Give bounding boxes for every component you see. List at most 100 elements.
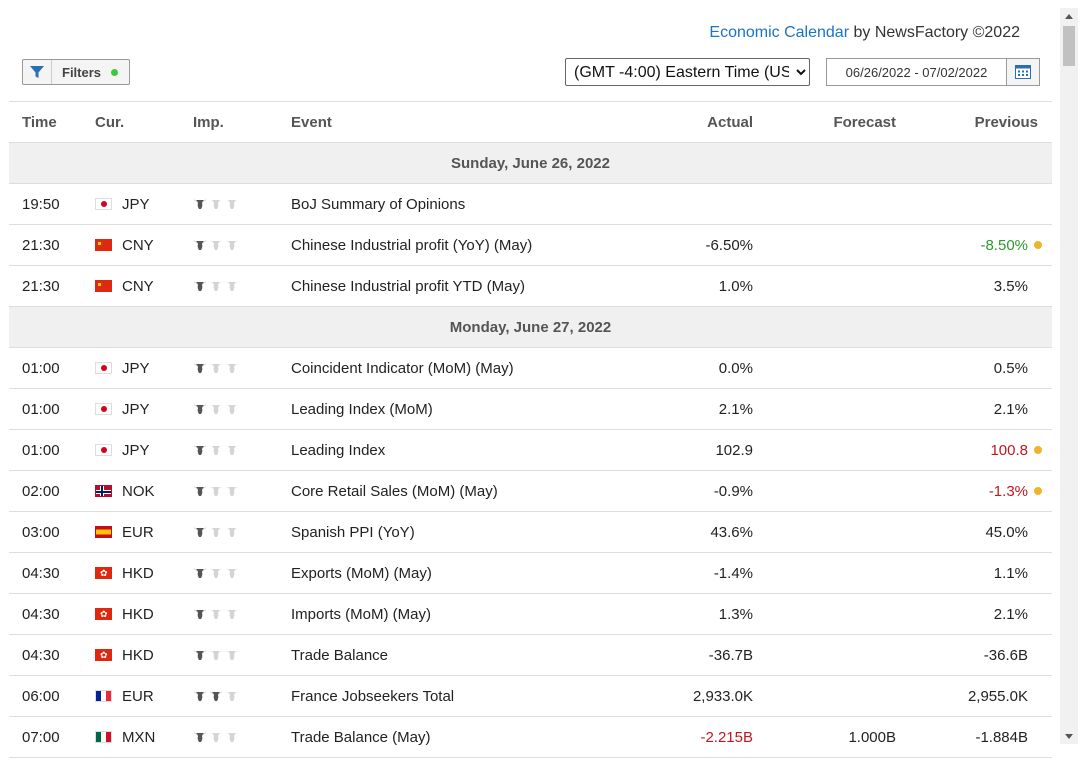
event-name[interactable]: Exports (MoM) (May) [291,552,591,594]
day-label: Monday, June 27, 2022 [9,306,1052,348]
event-forecast [753,265,896,307]
timezone-select[interactable]: (GMT -4:00) Eastern Time (US & Canada) [565,58,810,86]
event-row[interactable]: 21:30 CNY Chinese Industrial profit YTD (M… [9,265,1052,307]
event-name[interactable]: Core Retail Sales (MoM) (May) [291,470,591,512]
event-currency: EUR [122,687,154,705]
event-name[interactable]: Coincident Indicator (MoM) (May) [291,347,591,389]
event-row[interactable]: 06:00 EUR France Jobseekers Total 2,933.0K 2… [9,675,1052,717]
event-importance [193,183,291,225]
revised-indicator [1034,486,1042,495]
scroll-down-icon[interactable] [1060,728,1078,744]
col-actual: Actual [591,101,753,143]
toolbar: Filters (GMT -4:00) Eastern Time (US & C… [0,58,1052,90]
event-importance [193,265,291,307]
bull-icon [193,238,291,252]
event-forecast [753,183,896,225]
event-row[interactable]: 04:30 HKD Trade Balance-36.7B -36.6B [9,634,1052,676]
filters-label: Filters [62,64,102,80]
event-time: 21:30 [9,265,95,307]
event-actual: 2.1% [591,388,753,430]
bull-icon [193,279,291,293]
filter-icon [23,60,52,84]
flag-icon [95,649,112,661]
event-time: 01:00 [9,429,95,471]
event-importance [193,552,291,594]
date-range-picker[interactable]: 06/26/2022 - 07/02/2022 [826,58,1040,86]
event-currency-cell: JPY [95,183,193,225]
vertical-scrollbar[interactable] [1060,8,1078,744]
event-importance [193,511,291,553]
bull-icon [193,730,291,744]
scroll-thumb[interactable] [1063,26,1075,66]
event-importance [193,716,291,758]
event-row[interactable]: 02:00 NOK Core Retail Sales (MoM) (May) -0.… [9,470,1052,512]
event-currency: CNY [122,236,154,254]
flag-icon [95,526,112,538]
event-importance [193,470,291,512]
bull-icon [193,566,291,580]
flag-icon [95,362,112,374]
event-currency-cell: CNY [95,224,193,266]
event-row[interactable]: 04:30 HKD Exports (MoM) (May)-1.4% 1.1% [9,552,1052,594]
event-row[interactable]: 01:00 JPY Coincident Indicator (MoM) (May)… [9,347,1052,389]
bull-icon [193,689,291,703]
event-row[interactable]: 21:30 CNY Chinese Industrial profit (YoY) … [9,224,1052,266]
calendar-icon [1015,65,1031,79]
flag-icon [95,608,112,620]
event-importance [193,634,291,676]
event-currency: JPY [122,359,150,377]
event-name[interactable]: Spanish PPI (YoY) [291,511,591,553]
event-currency: NOK [122,482,155,500]
event-row[interactable]: 01:00 JPY Leading Index (MoM) 2.1% 2.1% [9,388,1052,430]
bull-icon [193,607,291,621]
event-importance [193,675,291,717]
event-name[interactable]: Leading Index [291,429,591,471]
event-row[interactable]: 03:00 EUR Spanish PPI (YoY) 43.6% 45.0% [9,511,1052,553]
bull-icon [193,648,291,662]
event-actual: 1.0% [591,265,753,307]
calendar-button[interactable] [1006,59,1039,85]
event-name[interactable]: Leading Index (MoM) [291,388,591,430]
bull-icon [193,361,291,375]
event-row[interactable]: 04:30 HKD Imports (MoM) (May)1.3% 2.1% [9,593,1052,635]
event-forecast [753,552,896,594]
day-header-row: Monday, June 27, 2022 [9,306,1052,348]
event-row[interactable]: 19:50 JPY BoJ Summary of Opinions [9,183,1052,225]
event-name[interactable]: Trade Balance (May) [291,716,591,758]
col-time: Time [9,101,95,143]
credit-suffix: by NewsFactory ©2022 [849,24,1020,41]
event-previous-cell: 3.5% [896,265,1052,307]
event-forecast [753,388,896,430]
scroll-up-icon[interactable] [1060,8,1078,24]
economic-calendar-link[interactable]: Economic Calendar [709,24,849,41]
event-importance [193,224,291,266]
event-name[interactable]: Imports (MoM) (May) [291,593,591,635]
event-previous-cell: 1.1% [896,552,1052,594]
filters-button[interactable]: Filters [22,59,130,85]
event-actual: -6.50% [591,224,753,266]
event-currency-cell: HKD [95,593,193,635]
event-currency-cell: NOK [95,470,193,512]
event-row[interactable]: 01:00 JPY Leading Index 102.9 100.8 [9,429,1052,471]
event-currency-cell: CNY [95,265,193,307]
bull-icon [193,197,291,211]
event-previous: 2,955.0K [967,687,1028,705]
event-currency: CNY [122,277,154,295]
event-row[interactable]: 07:00 MXN Trade Balance (May) -2.215B 1.000B… [9,716,1052,758]
event-currency-cell: JPY [95,429,193,471]
event-name[interactable]: France Jobseekers Total [291,675,591,717]
event-actual: -36.7B [591,634,753,676]
event-time: 04:30 [9,634,95,676]
col-event: Event [291,101,591,143]
event-name[interactable]: BoJ Summary of Opinions [291,183,591,225]
event-currency: MXN [122,728,156,746]
event-forecast [753,511,896,553]
event-previous: -36.6B [983,646,1028,664]
event-actual: 0.0% [591,347,753,389]
event-previous-cell: -8.50% [896,224,1052,266]
event-name[interactable]: Trade Balance [291,634,591,676]
event-name[interactable]: Chinese Industrial profit (YoY) (May) [291,224,591,266]
event-name[interactable]: Chinese Industrial profit YTD (May) [291,265,591,307]
event-forecast [753,634,896,676]
event-forecast [753,593,896,635]
